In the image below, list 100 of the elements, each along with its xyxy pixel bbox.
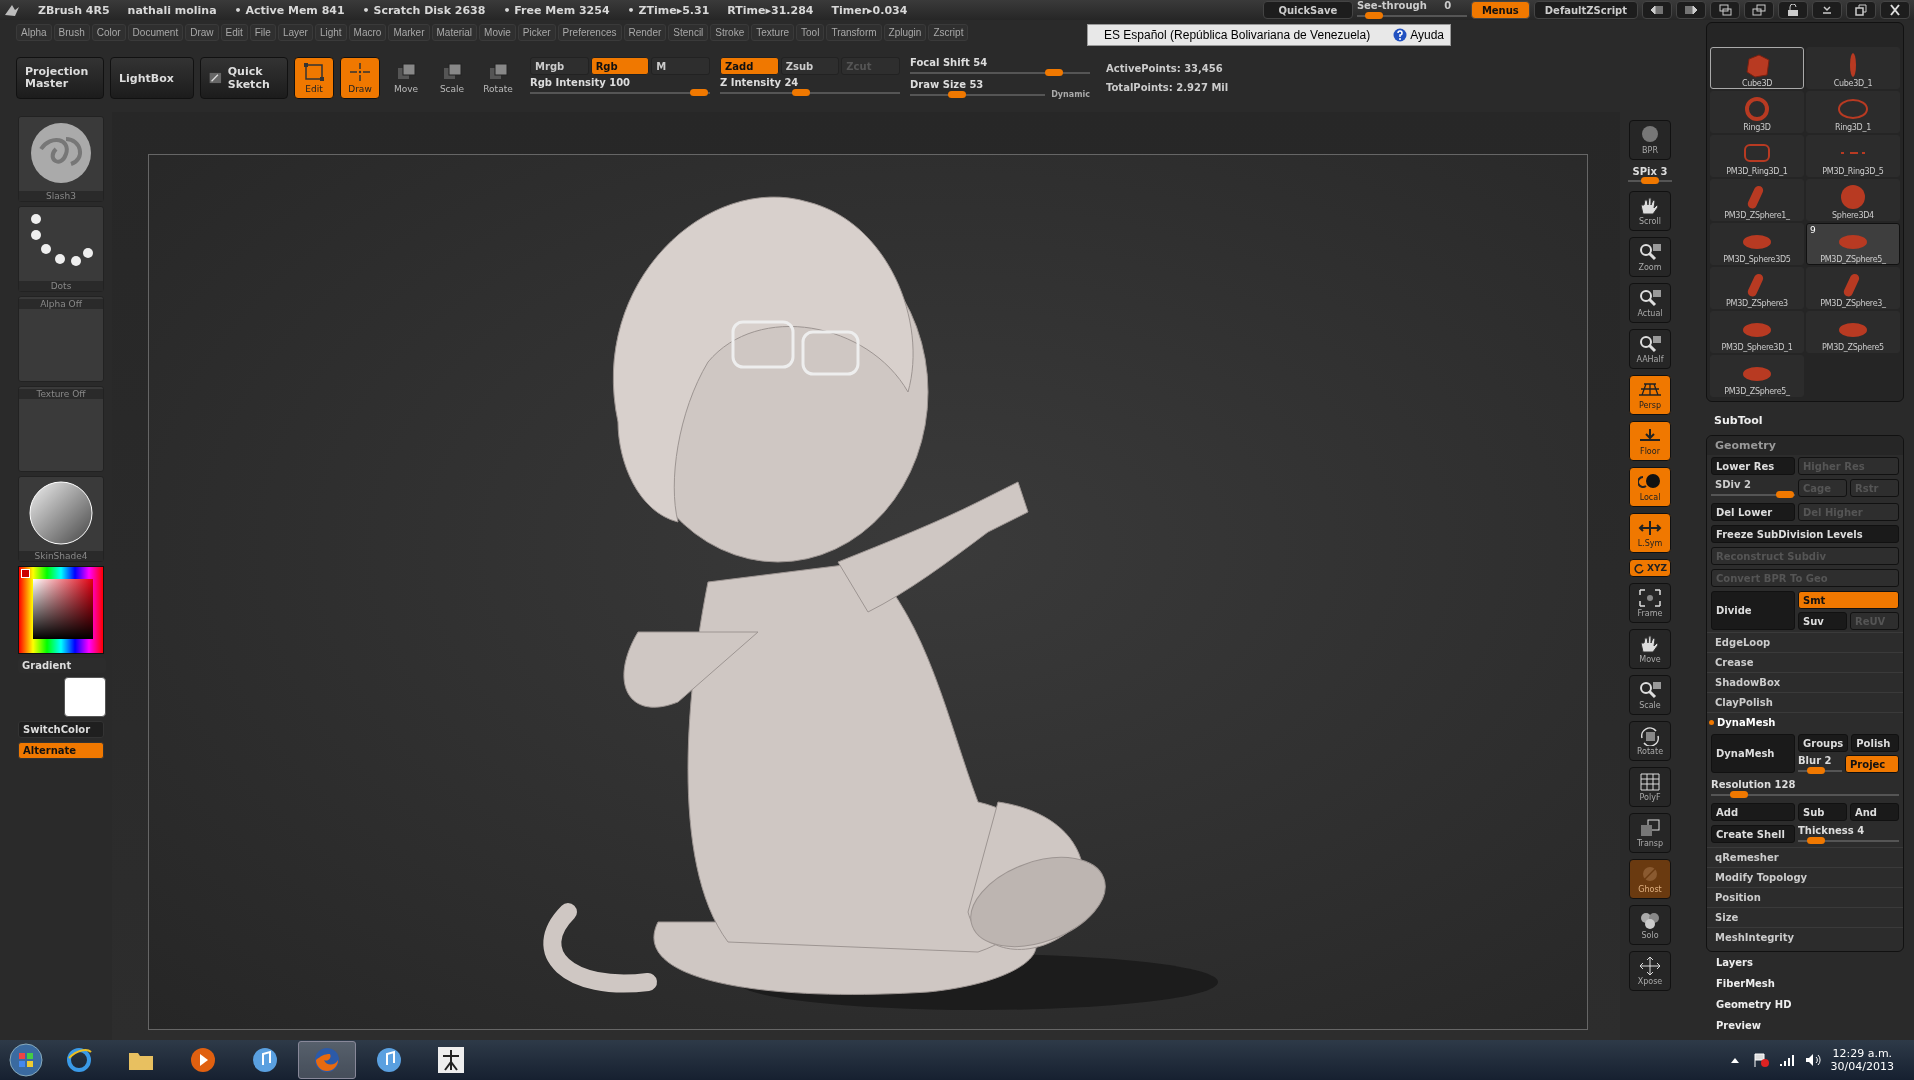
view-button[interactable]: PolyF <box>1629 767 1671 807</box>
focal-shift-slider[interactable] <box>1045 69 1063 76</box>
switch-color-button[interactable]: SwitchColor <box>18 721 104 738</box>
tool-thumbnail[interactable]: PM3D_ZSphere3 <box>1710 267 1804 309</box>
section-header[interactable]: Size <box>1707 907 1903 927</box>
scroll-right-button[interactable] <box>1676 1 1706 19</box>
add-button[interactable]: Add <box>1711 803 1795 821</box>
tool-thumbnail[interactable]: PM3D_ZSphere5 <box>1806 311 1900 353</box>
tool-thumbnail[interactable]: Cube3D_1 <box>1806 47 1900 89</box>
see-through-slider[interactable] <box>1365 12 1384 19</box>
sphere-thumbnail[interactable]: SkinShade4 <box>18 476 104 562</box>
view-button[interactable]: Floor <box>1629 421 1671 461</box>
restore-button[interactable] <box>1846 1 1876 19</box>
bpr-button[interactable]: BPR <box>1629 120 1671 160</box>
view-button[interactable]: Xpose <box>1629 951 1671 991</box>
minimize-button[interactable] <box>1812 1 1842 19</box>
section-header[interactable]: qRemesher <box>1707 847 1903 867</box>
tool-thumbnail[interactable]: Ring3D_1 <box>1806 91 1900 133</box>
menu-item[interactable]: Document <box>127 23 184 41</box>
groups-toggle[interactable]: Groups <box>1798 734 1849 752</box>
section-header[interactable]: ShadowBox <box>1707 672 1903 692</box>
menu-item[interactable]: Marker <box>388 23 430 41</box>
section-header[interactable]: MeshIntegrity <box>1707 927 1903 947</box>
menu-item[interactable]: Zplugin <box>883 23 927 41</box>
alpha-thumbnail[interactable]: Slash3 <box>18 116 104 202</box>
tool-thumbnail[interactable]: 9 PM3D_ZSphere5_ <box>1806 223 1900 265</box>
menu-item[interactable]: Light <box>314 23 347 41</box>
tool-thumbnail[interactable]: PM3D_Ring3D_5 <box>1806 135 1900 177</box>
menu-item[interactable]: Render <box>623 23 667 41</box>
view-button[interactable]: Solo <box>1629 905 1671 945</box>
clock[interactable]: 12:29 a.m. 30/04/2013 <box>1830 1047 1908 1073</box>
mode-toggle[interactable]: Zadd <box>720 57 779 75</box>
freeze-subdivision-button[interactable]: Freeze SubDivision Levels <box>1711 525 1899 543</box>
help-icon[interactable] <box>1393 28 1408 42</box>
tool-thumbnail[interactable]: Ring3D <box>1710 91 1804 133</box>
projection-master-button[interactable]: Projection Master <box>16 57 104 99</box>
menu-item[interactable]: Color <box>91 23 126 41</box>
view-button[interactable]: Local <box>1629 467 1671 507</box>
color-swatch[interactable] <box>64 677 106 717</box>
menu-item[interactable]: Tool <box>796 23 825 41</box>
menu-item[interactable]: Stencil <box>668 23 709 41</box>
view-button[interactable]: Scale <box>1629 675 1671 715</box>
menu-item[interactable]: File <box>249 23 276 41</box>
del-lower-button[interactable]: Del Lower <box>1711 503 1795 521</box>
rotate-mode-button[interactable]: Rotate <box>478 57 518 99</box>
blur-slider[interactable] <box>1806 767 1825 774</box>
tool-thumbnail[interactable]: PM3D_Ring3D_1 <box>1710 135 1804 177</box>
polish-toggle[interactable]: Polish <box>1851 734 1899 752</box>
view-button[interactable]: L.Sym <box>1629 513 1671 553</box>
language-label[interactable]: ES Español (República Bolivariana de Venezuela) <box>1104 28 1371 42</box>
palette-header[interactable]: Preview <box>1706 1015 1904 1036</box>
menu-item[interactable]: Brush <box>53 23 90 41</box>
draw-size-slider[interactable] <box>948 91 967 98</box>
close-button[interactable] <box>1880 1 1910 19</box>
sub-button[interactable]: Sub <box>1798 803 1847 821</box>
tool-thumbnail[interactable]: PM3D_ZSphere1_ <box>1710 179 1804 221</box>
sdiv-slider[interactable] <box>1775 491 1794 498</box>
create-shell-button[interactable]: Create Shell <box>1711 825 1795 843</box>
geometry-header[interactable]: Geometry <box>1707 436 1903 455</box>
menu-item[interactable]: Picker <box>517 23 556 41</box>
empty-thumbnail[interactable]: Texture Off <box>18 386 104 472</box>
project-toggle[interactable]: Projec <box>1845 755 1899 773</box>
thickness-slider[interactable] <box>1807 837 1826 844</box>
menu-item[interactable]: Alpha <box>16 23 52 41</box>
z-intensity-slider[interactable] <box>792 89 810 96</box>
layout-button[interactable] <box>1710 1 1740 19</box>
menu-item[interactable]: Macro <box>348 23 387 41</box>
flag-icon[interactable] <box>1752 1053 1769 1067</box>
view-button[interactable]: Scroll <box>1629 191 1671 231</box>
menu-item[interactable]: Preferences <box>557 23 622 41</box>
signal-icon[interactable] <box>1778 1053 1795 1067</box>
layout-button[interactable] <box>1744 1 1774 19</box>
subtool-header[interactable]: SubTool <box>1706 402 1904 435</box>
mode-toggle[interactable]: Mrgb <box>530 57 589 75</box>
menu-item[interactable]: Movie <box>479 23 516 41</box>
move-mode-button[interactable]: Move <box>386 57 426 99</box>
palette-header[interactable]: Layers <box>1706 952 1904 973</box>
view-button[interactable]: Zoom <box>1629 237 1671 277</box>
section-header[interactable]: Position <box>1707 887 1903 907</box>
resolution-slider[interactable] <box>1730 791 1749 798</box>
menu-item[interactable]: Draw <box>185 23 219 41</box>
alternate-button[interactable]: Alternate <box>18 742 104 759</box>
menu-item[interactable]: Zscript <box>928 23 969 41</box>
start-button[interactable] <box>6 1042 46 1078</box>
menu-item[interactable]: Transform <box>826 23 882 41</box>
menus-toggle[interactable]: Menus <box>1470 1 1530 19</box>
dots-thumbnail[interactable]: Dots <box>18 206 104 292</box>
color-picker[interactable] <box>18 566 104 654</box>
view-button[interactable]: Frame <box>1629 583 1671 623</box>
tool-thumbnail[interactable]: PM3D_Sphere3D_1 <box>1710 311 1804 353</box>
section-header[interactable]: EdgeLoop <box>1707 632 1903 652</box>
speaker-icon[interactable] <box>1804 1053 1821 1067</box>
tool-thumbnail[interactable]: PM3D_ZSphere5_ <box>1710 355 1804 397</box>
palette-header[interactable]: FiberMesh <box>1706 973 1904 994</box>
lower-res-button[interactable]: Lower Res <box>1711 457 1795 475</box>
section-header[interactable]: ClayPolish <box>1707 692 1903 712</box>
empty-thumbnail[interactable]: Alpha Off <box>18 296 104 382</box>
and-button[interactable]: And <box>1850 803 1899 821</box>
menu-item[interactable]: Stroke <box>710 23 750 41</box>
view-button[interactable]: Transp <box>1629 813 1671 853</box>
